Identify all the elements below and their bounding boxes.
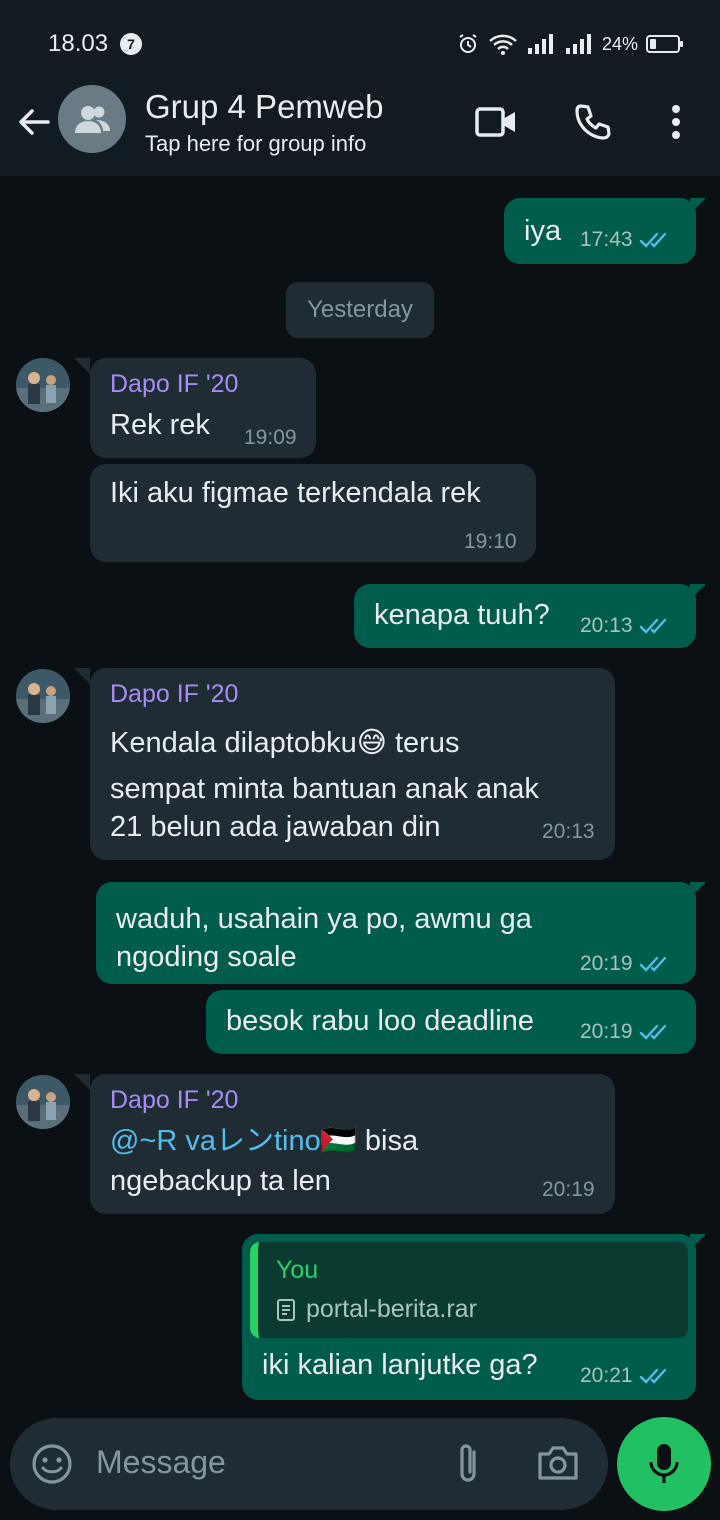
- group-info-hint[interactable]: Tap here for group info: [145, 131, 366, 157]
- group-avatar-icon[interactable]: [58, 85, 126, 153]
- bubble-tail: [74, 358, 90, 374]
- message-line-2: sempat minta bantuan anak anak: [110, 773, 539, 805]
- quote-sender: You: [276, 1256, 319, 1284]
- message-time: 20:19: [580, 952, 633, 975]
- outgoing-message[interactable]: waduh, usahain ya po, awmu ga ngoding so…: [96, 882, 696, 984]
- incoming-message[interactable]: Iki aku figmae terkendala rek 19:10: [90, 464, 536, 562]
- signal-icon-1: [527, 34, 553, 54]
- message-time: 19:09: [244, 426, 297, 449]
- mic-button[interactable]: [617, 1417, 711, 1511]
- quote-file: portal-berita.rar: [276, 1295, 477, 1324]
- back-arrow-icon[interactable]: [14, 102, 54, 142]
- message-line-2: ngebackup ta len: [110, 1165, 331, 1197]
- signal-icon-2: [565, 34, 591, 54]
- sender-avatar[interactable]: [16, 1075, 70, 1129]
- mic-icon: [649, 1444, 679, 1483]
- battery-fill: [650, 39, 656, 49]
- video-call-icon[interactable]: [474, 100, 518, 144]
- message-time: 17:43: [580, 228, 633, 251]
- message-text: kenapa tuuh?: [374, 599, 550, 631]
- bubble-tail: [690, 882, 706, 898]
- document-icon: [277, 1298, 295, 1321]
- read-ticks-icon: [639, 618, 666, 634]
- quoted-message[interactable]: You portal-berita.rar: [250, 1242, 688, 1338]
- message-meta: 20:13: [580, 614, 673, 638]
- sender-avatar[interactable]: [16, 358, 70, 412]
- status-bar: 18.03 7 24%: [0, 0, 720, 88]
- message-meta: 17:43: [580, 228, 673, 252]
- bubble-tail: [690, 1234, 706, 1250]
- mention-link[interactable]: @~R vaレンtino🇵🇸: [110, 1125, 357, 1157]
- message-time: 19:10: [464, 530, 517, 553]
- message-text: iki kalian lanjutke ga?: [262, 1349, 538, 1381]
- quote-file-name: portal-berita.rar: [306, 1295, 477, 1323]
- incoming-message[interactable]: Dapo IF '20 Kendala dilaptobku😅 terus se…: [90, 668, 615, 860]
- chat-header: Grup 4 Pemweb Tap here for group info: [0, 85, 720, 176]
- sender-name[interactable]: Dapo IF '20: [110, 1086, 238, 1115]
- read-ticks-icon: [639, 1368, 666, 1384]
- message-meta: 20:21: [580, 1364, 673, 1388]
- sender-name[interactable]: Dapo IF '20: [110, 370, 238, 399]
- message-meta: 20:19: [580, 1020, 673, 1044]
- chat-title[interactable]: Grup 4 Pemweb: [145, 88, 383, 126]
- date-divider: Yesterday: [286, 282, 434, 338]
- message-input-bar[interactable]: Message: [10, 1418, 608, 1510]
- message-time: 20:13: [542, 820, 595, 843]
- bubble-tail: [74, 1074, 90, 1090]
- message-text: Iki aku figmae terkendala rek: [110, 477, 481, 509]
- outgoing-message[interactable]: You portal-berita.rar iki kalian lanjutk…: [242, 1234, 696, 1400]
- message-text: bisa: [356, 1125, 419, 1157]
- alarm-icon: [459, 34, 477, 53]
- more-vert-icon[interactable]: [654, 100, 698, 144]
- bubble-tail: [690, 584, 706, 600]
- attach-icon[interactable]: [452, 1440, 486, 1493]
- message-text: besok rabu loo deadline: [226, 1005, 534, 1037]
- incoming-message[interactable]: Dapo IF '20 @~R vaレンtino🇵🇸 bisa ngebacku…: [90, 1074, 615, 1214]
- message-time: 20:19: [542, 1178, 595, 1201]
- status-time: 18.03: [48, 30, 109, 57]
- phone-icon[interactable]: [570, 100, 614, 144]
- message-time: 20:21: [580, 1364, 633, 1387]
- notification-count-badge: 7: [120, 33, 142, 55]
- wifi-icon: [489, 34, 517, 55]
- sender-name[interactable]: Dapo IF '20: [110, 680, 238, 709]
- message-line-2: ngoding soale: [116, 941, 297, 973]
- message-line-1: waduh, usahain ya po, awmu ga: [116, 903, 532, 935]
- bubble-tail: [690, 198, 706, 214]
- message-time: 20:13: [580, 614, 633, 637]
- emoji-icon[interactable]: [30, 1442, 74, 1491]
- message-time: 20:19: [580, 1020, 633, 1043]
- message-list[interactable]: iya 17:43 Yesterday Dapo IF '20 Rek rek …: [0, 176, 720, 1520]
- camera-icon[interactable]: [536, 1442, 580, 1487]
- message-text: iya: [524, 215, 562, 247]
- read-ticks-icon: [639, 956, 666, 972]
- message-input[interactable]: Message: [96, 1444, 226, 1481]
- battery-icon: [646, 35, 683, 53]
- status-icons: 24%: [456, 30, 683, 58]
- read-ticks-icon: [639, 232, 666, 248]
- outgoing-message[interactable]: kenapa tuuh? 20:13: [354, 584, 696, 648]
- bubble-tail: [74, 668, 90, 684]
- incoming-message[interactable]: Dapo IF '20 Rek rek 19:09: [90, 358, 316, 458]
- message-line-1: @~R vaレンtino🇵🇸 bisa: [110, 1122, 418, 1160]
- battery-percent: 24%: [601, 33, 638, 54]
- message-text: Rek rek: [110, 409, 210, 441]
- message-meta: 20:19: [580, 952, 673, 976]
- outgoing-message[interactable]: besok rabu loo deadline 20:19: [206, 990, 696, 1054]
- outgoing-message[interactable]: iya 17:43: [504, 198, 696, 264]
- message-line-3: 21 belun ada jawaban din: [110, 811, 441, 843]
- read-ticks-icon: [639, 1024, 666, 1040]
- sender-avatar[interactable]: [16, 669, 70, 723]
- message-line-1: Kendala dilaptobku😅 terus: [110, 727, 460, 759]
